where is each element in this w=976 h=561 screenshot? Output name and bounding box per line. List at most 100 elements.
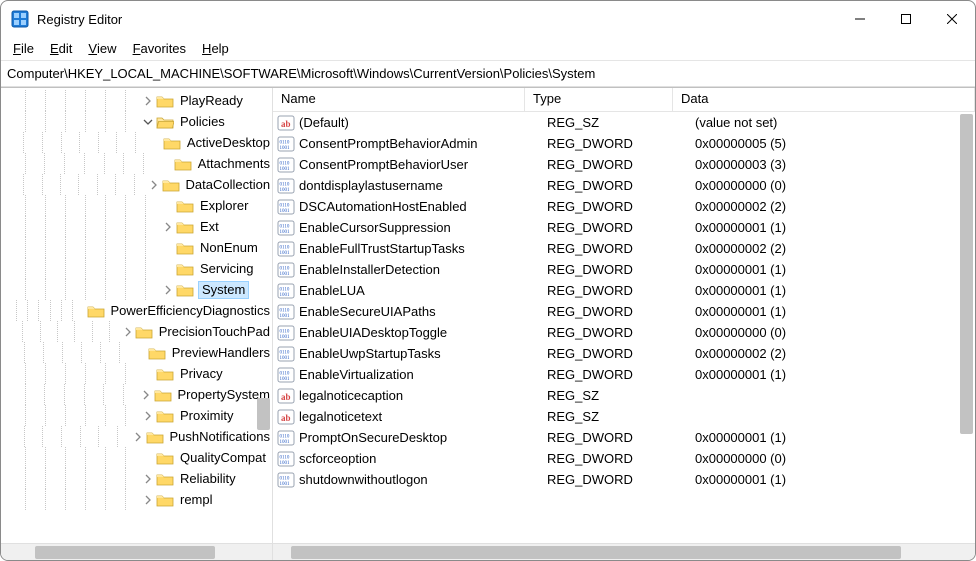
chevron-right-icon[interactable] [141, 409, 155, 423]
column-header-type[interactable]: Type [525, 88, 673, 111]
tree-hscroll-thumb[interactable] [35, 546, 215, 559]
value-name: ConsentPromptBehaviorAdmin [299, 136, 547, 151]
value-row[interactable]: EnableLUAREG_DWORD0x00000001 (1) [273, 280, 975, 301]
reg-dword-icon [277, 219, 295, 237]
reg-dword-icon [277, 177, 295, 195]
value-data: 0x00000000 (0) [695, 451, 975, 466]
tree-item-label: Explorer [198, 198, 250, 213]
chevron-right-icon[interactable] [148, 178, 160, 192]
folder-icon [162, 178, 180, 192]
tree-item-explorer[interactable]: Explorer [1, 195, 272, 216]
reg-dword-icon [277, 471, 295, 489]
menu-favorites[interactable]: Favorites [125, 37, 194, 60]
value-row[interactable]: dontdisplaylastusernameREG_DWORD0x000000… [273, 175, 975, 196]
tree-item-ext[interactable]: Ext [1, 216, 272, 237]
minimize-button[interactable] [837, 1, 883, 37]
chevron-right-icon[interactable] [141, 94, 155, 108]
value-row[interactable]: EnableSecureUIAPathsREG_DWORD0x00000001 … [273, 301, 975, 322]
list-body[interactable]: (Default)REG_SZ(value not set)ConsentPro… [273, 112, 975, 543]
tree-vscroll-thumb[interactable] [257, 398, 270, 430]
list-vertical-scrollbar[interactable] [958, 112, 975, 526]
value-data: 0x00000000 (0) [695, 325, 975, 340]
value-row[interactable]: EnableUIADesktopToggleREG_DWORD0x0000000… [273, 322, 975, 343]
value-row[interactable]: legalnoticecaptionREG_SZ [273, 385, 975, 406]
tree-item-system[interactable]: System [1, 279, 272, 300]
value-data: 0x00000002 (2) [695, 241, 975, 256]
value-row[interactable]: EnableUwpStartupTasksREG_DWORD0x00000002… [273, 343, 975, 364]
tree-item-attachments[interactable]: Attachments [1, 153, 272, 174]
tree-item-powerefficiencydiagnostics[interactable]: PowerEfficiencyDiagnostics [1, 300, 272, 321]
tree-item-qualitycompat[interactable]: QualityCompat [1, 447, 272, 468]
maximize-button[interactable] [883, 1, 929, 37]
tree-item-label: rempl [178, 492, 215, 507]
chevron-down-icon[interactable] [141, 115, 155, 129]
tree-item-precisiontouchpad[interactable]: PrecisionTouchPad [1, 321, 272, 342]
value-type: REG_SZ [547, 409, 695, 424]
column-header-name[interactable]: Name [273, 88, 525, 111]
menu-help[interactable]: Help [194, 37, 237, 60]
reg-dword-icon [277, 135, 295, 153]
value-name: shutdownwithoutlogon [299, 472, 547, 487]
folder-icon [156, 451, 174, 465]
reg-sz-icon [277, 114, 295, 132]
tree-vertical-scrollbar[interactable] [255, 88, 272, 526]
close-button[interactable] [929, 1, 975, 37]
tree-item-rempl[interactable]: rempl [1, 489, 272, 510]
menu-file[interactable]: File [5, 37, 42, 60]
folder-icon [163, 136, 181, 150]
menu-edit[interactable]: Edit [42, 37, 80, 60]
reg-sz-icon [277, 387, 295, 405]
value-row[interactable]: legalnoticetextREG_SZ [273, 406, 975, 427]
value-row[interactable]: PromptOnSecureDesktopREG_DWORD0x00000001… [273, 427, 975, 448]
value-row[interactable]: DSCAutomationHostEnabledREG_DWORD0x00000… [273, 196, 975, 217]
reg-dword-icon [277, 324, 295, 342]
folder-icon [176, 199, 194, 213]
tree-item-reliability[interactable]: Reliability [1, 468, 272, 489]
list-horizontal-scrollbar[interactable] [273, 543, 975, 560]
chevron-right-icon[interactable] [122, 325, 134, 339]
chevron-right-icon[interactable] [141, 472, 155, 486]
value-row[interactable]: EnableInstallerDetectionREG_DWORD0x00000… [273, 259, 975, 280]
tree-item-label: System [198, 281, 249, 299]
value-row[interactable]: ConsentPromptBehaviorAdminREG_DWORD0x000… [273, 133, 975, 154]
column-header-data[interactable]: Data [673, 88, 975, 111]
value-row[interactable]: EnableFullTrustStartupTasksREG_DWORD0x00… [273, 238, 975, 259]
tree-item-pushnotifications[interactable]: PushNotifications [1, 426, 272, 447]
list-hscroll-thumb[interactable] [291, 546, 901, 559]
tree-scroll[interactable]: PlayReadyPoliciesActiveDesktopAttachment… [1, 88, 272, 543]
tree-item-nonenum[interactable]: NonEnum [1, 237, 272, 258]
value-name: EnableFullTrustStartupTasks [299, 241, 547, 256]
value-type: REG_DWORD [547, 199, 695, 214]
value-row[interactable]: ConsentPromptBehaviorUserREG_DWORD0x0000… [273, 154, 975, 175]
address-bar[interactable]: Computer\HKEY_LOCAL_MACHINE\SOFTWARE\Mic… [1, 61, 975, 87]
value-row[interactable]: scforceoptionREG_DWORD0x00000000 (0) [273, 448, 975, 469]
tree-item-activedesktop[interactable]: ActiveDesktop [1, 132, 272, 153]
tree-item-privacy[interactable]: Privacy [1, 363, 272, 384]
value-type: REG_DWORD [547, 283, 695, 298]
value-row[interactable]: EnableVirtualizationREG_DWORD0x00000001 … [273, 364, 975, 385]
value-row[interactable]: (Default)REG_SZ(value not set) [273, 112, 975, 133]
tree-item-proximity[interactable]: Proximity [1, 405, 272, 426]
tree-item-datacollection[interactable]: DataCollection [1, 174, 272, 195]
value-row[interactable]: shutdownwithoutlogonREG_DWORD0x00000001 … [273, 469, 975, 490]
content-area: PlayReadyPoliciesActiveDesktopAttachment… [1, 87, 975, 560]
tree-item-playready[interactable]: PlayReady [1, 90, 272, 111]
tree-item-servicing[interactable]: Servicing [1, 258, 272, 279]
chevron-right-icon[interactable] [139, 388, 153, 402]
tree-horizontal-scrollbar[interactable] [1, 543, 272, 560]
menu-view[interactable]: View [80, 37, 124, 60]
chevron-right-icon[interactable] [161, 283, 175, 297]
chevron-right-icon[interactable] [132, 430, 145, 444]
folder-open-icon [156, 115, 174, 129]
list-vscroll-thumb[interactable] [960, 114, 973, 434]
folder-icon [156, 367, 174, 381]
tree-item-propertysystem[interactable]: PropertySystem [1, 384, 272, 405]
tree-item-policies[interactable]: Policies [1, 111, 272, 132]
folder-icon [135, 325, 153, 339]
chevron-right-icon[interactable] [141, 493, 155, 507]
value-row[interactable]: EnableCursorSuppressionREG_DWORD0x000000… [273, 217, 975, 238]
window-controls [837, 1, 975, 37]
tree-item-previewhandlers[interactable]: PreviewHandlers [1, 342, 272, 363]
folder-icon [156, 472, 174, 486]
chevron-right-icon[interactable] [161, 220, 175, 234]
